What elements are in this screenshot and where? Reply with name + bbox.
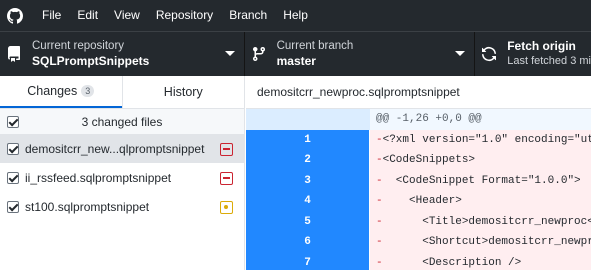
line-code: - <?xml version="1.0" encoding="utf- xyxy=(370,129,591,150)
diff-line-deleted[interactable]: 5 - <Title>demositcrr_newproc</Ti xyxy=(246,211,591,232)
line-number[interactable]: 3 xyxy=(246,170,370,191)
sidebar-tabs: Changes 3 History xyxy=(0,76,244,109)
file-deleted-icon xyxy=(220,142,233,156)
file-name: st100.sqlpromptsnippet xyxy=(25,200,150,214)
file-checkbox[interactable] xyxy=(7,201,19,213)
line-sign: - xyxy=(376,133,383,146)
line-text: <CodeSnippets> xyxy=(382,154,476,167)
line-code: - <Shortcut>demositcrr_newproc< xyxy=(370,232,591,253)
line-code: - <CodeSnippet Format="1.0.0"> xyxy=(370,170,591,191)
current-repository-value: SQLPromptSnippets xyxy=(32,54,150,68)
diff-file-title: demositcrr_newproc.sqlpromptsnippet xyxy=(246,76,591,109)
file-name: ii_rssfeed.sqlpromptsnippet xyxy=(25,171,172,185)
file-deleted-icon xyxy=(220,171,233,185)
line-text: <Title>demositcrr_newproc</Ti xyxy=(382,215,591,228)
line-code: - <Title>demositcrr_newproc</Ti xyxy=(370,211,591,232)
file-checkbox[interactable] xyxy=(7,143,19,155)
caret-down-icon xyxy=(455,51,466,56)
menu-branch[interactable]: Branch xyxy=(221,0,275,31)
tab-history-label: History xyxy=(163,85,203,99)
line-text: <CodeSnippet Format="1.0.0"> xyxy=(382,174,581,187)
caret-down-icon xyxy=(224,51,235,56)
line-number[interactable]: 1 xyxy=(246,129,370,150)
github-logo-icon xyxy=(7,7,23,24)
file-list-item[interactable]: st100.sqlpromptsnippet xyxy=(0,193,244,222)
menu-bar: File Edit View Repository Branch Help xyxy=(0,0,591,31)
line-number[interactable]: 6 xyxy=(246,232,370,253)
line-text: <Shortcut>demositcrr_newproc< xyxy=(382,236,591,249)
file-list-item[interactable]: demositcrr_new...qlpromptsnippet xyxy=(0,135,244,164)
line-sign: - xyxy=(376,174,383,187)
file-modified-icon xyxy=(220,200,233,214)
menu-repository[interactable]: Repository xyxy=(148,0,221,31)
line-text: <Header> xyxy=(382,195,462,208)
line-number[interactable]: 2 xyxy=(246,150,370,171)
changes-sidebar: Changes 3 History 3 changed files demosi… xyxy=(0,76,245,270)
select-all-checkbox[interactable] xyxy=(7,115,19,128)
diff-line-deleted[interactable]: 1 - <?xml version="1.0" encoding="utf- xyxy=(246,129,591,150)
diff-line-deleted[interactable]: 2 - <CodeSnippets> xyxy=(246,150,591,171)
file-list-item[interactable]: ii_rssfeed.sqlpromptsnippet xyxy=(0,164,244,193)
current-repository-button[interactable]: Current repository SQLPromptSnippets xyxy=(0,32,245,76)
file-name: demositcrr_new...qlpromptsnippet xyxy=(25,142,205,156)
line-code: - <Description /> xyxy=(370,252,591,270)
current-branch-label: Current branch xyxy=(276,40,354,52)
line-sign: - xyxy=(376,195,383,208)
line-number[interactable]: 7 xyxy=(246,252,370,270)
diff-line-deleted[interactable]: 4 - <Header> xyxy=(246,191,591,212)
repo-icon xyxy=(7,46,21,62)
line-number[interactable]: 5 xyxy=(246,211,370,232)
line-code: - <CodeSnippets> xyxy=(370,150,591,171)
line-gutter xyxy=(246,109,370,130)
sync-icon xyxy=(482,47,497,61)
line-text: <Description /> xyxy=(382,256,522,269)
line-code: - <Header> xyxy=(370,191,591,212)
current-branch-value: master xyxy=(276,54,316,68)
fetch-origin-label: Fetch origin xyxy=(507,39,576,53)
menu-view[interactable]: View xyxy=(106,0,148,31)
fetch-origin-button[interactable]: Fetch origin Last fetched 3 mi xyxy=(475,32,591,76)
last-fetched-text: Last fetched 3 mi xyxy=(507,55,591,67)
line-sign: - xyxy=(376,154,383,167)
line-text: <?xml version="1.0" encoding="utf- xyxy=(382,133,591,146)
diff-hunk-header: @@ -1,26 +0,0 @@ xyxy=(246,109,591,130)
toolbar: Current repository SQLPromptSnippets Cur… xyxy=(0,31,591,76)
changed-files-header: 3 changed files xyxy=(0,109,244,135)
line-number[interactable]: 4 xyxy=(246,191,370,212)
line-sign: - xyxy=(376,256,383,269)
tab-changes-label: Changes xyxy=(27,84,78,98)
changed-files-count: 3 changed files xyxy=(81,114,163,129)
file-checkbox[interactable] xyxy=(7,172,19,184)
changes-count-badge: 3 xyxy=(81,85,95,97)
line-sign: - xyxy=(376,215,383,228)
diff-line-deleted[interactable]: 6 - <Shortcut>demositcrr_newproc< xyxy=(246,232,591,253)
git-branch-icon xyxy=(252,47,265,62)
menu-help[interactable]: Help xyxy=(275,0,316,31)
current-branch-button[interactable]: Current branch master xyxy=(245,32,476,76)
current-repository-label: Current repository xyxy=(32,40,125,52)
tab-history[interactable]: History xyxy=(121,76,245,108)
tab-changes[interactable]: Changes 3 xyxy=(0,76,122,108)
line-sign: - xyxy=(376,236,383,249)
hunk-text: @@ -1,26 +0,0 @@ xyxy=(370,109,591,130)
menu-edit[interactable]: Edit xyxy=(69,0,106,31)
diff-panel: demositcrr_newproc.sqlpromptsnippet @@ -… xyxy=(246,76,591,270)
diff-line-deleted[interactable]: 7 - <Description /> xyxy=(246,252,591,270)
menu-file[interactable]: File xyxy=(33,0,69,31)
diff-lines[interactable]: @@ -1,26 +0,0 @@ 1 - <?xml version="1.0" … xyxy=(246,109,591,270)
diff-line-deleted[interactable]: 3 - <CodeSnippet Format="1.0.0"> xyxy=(246,170,591,191)
